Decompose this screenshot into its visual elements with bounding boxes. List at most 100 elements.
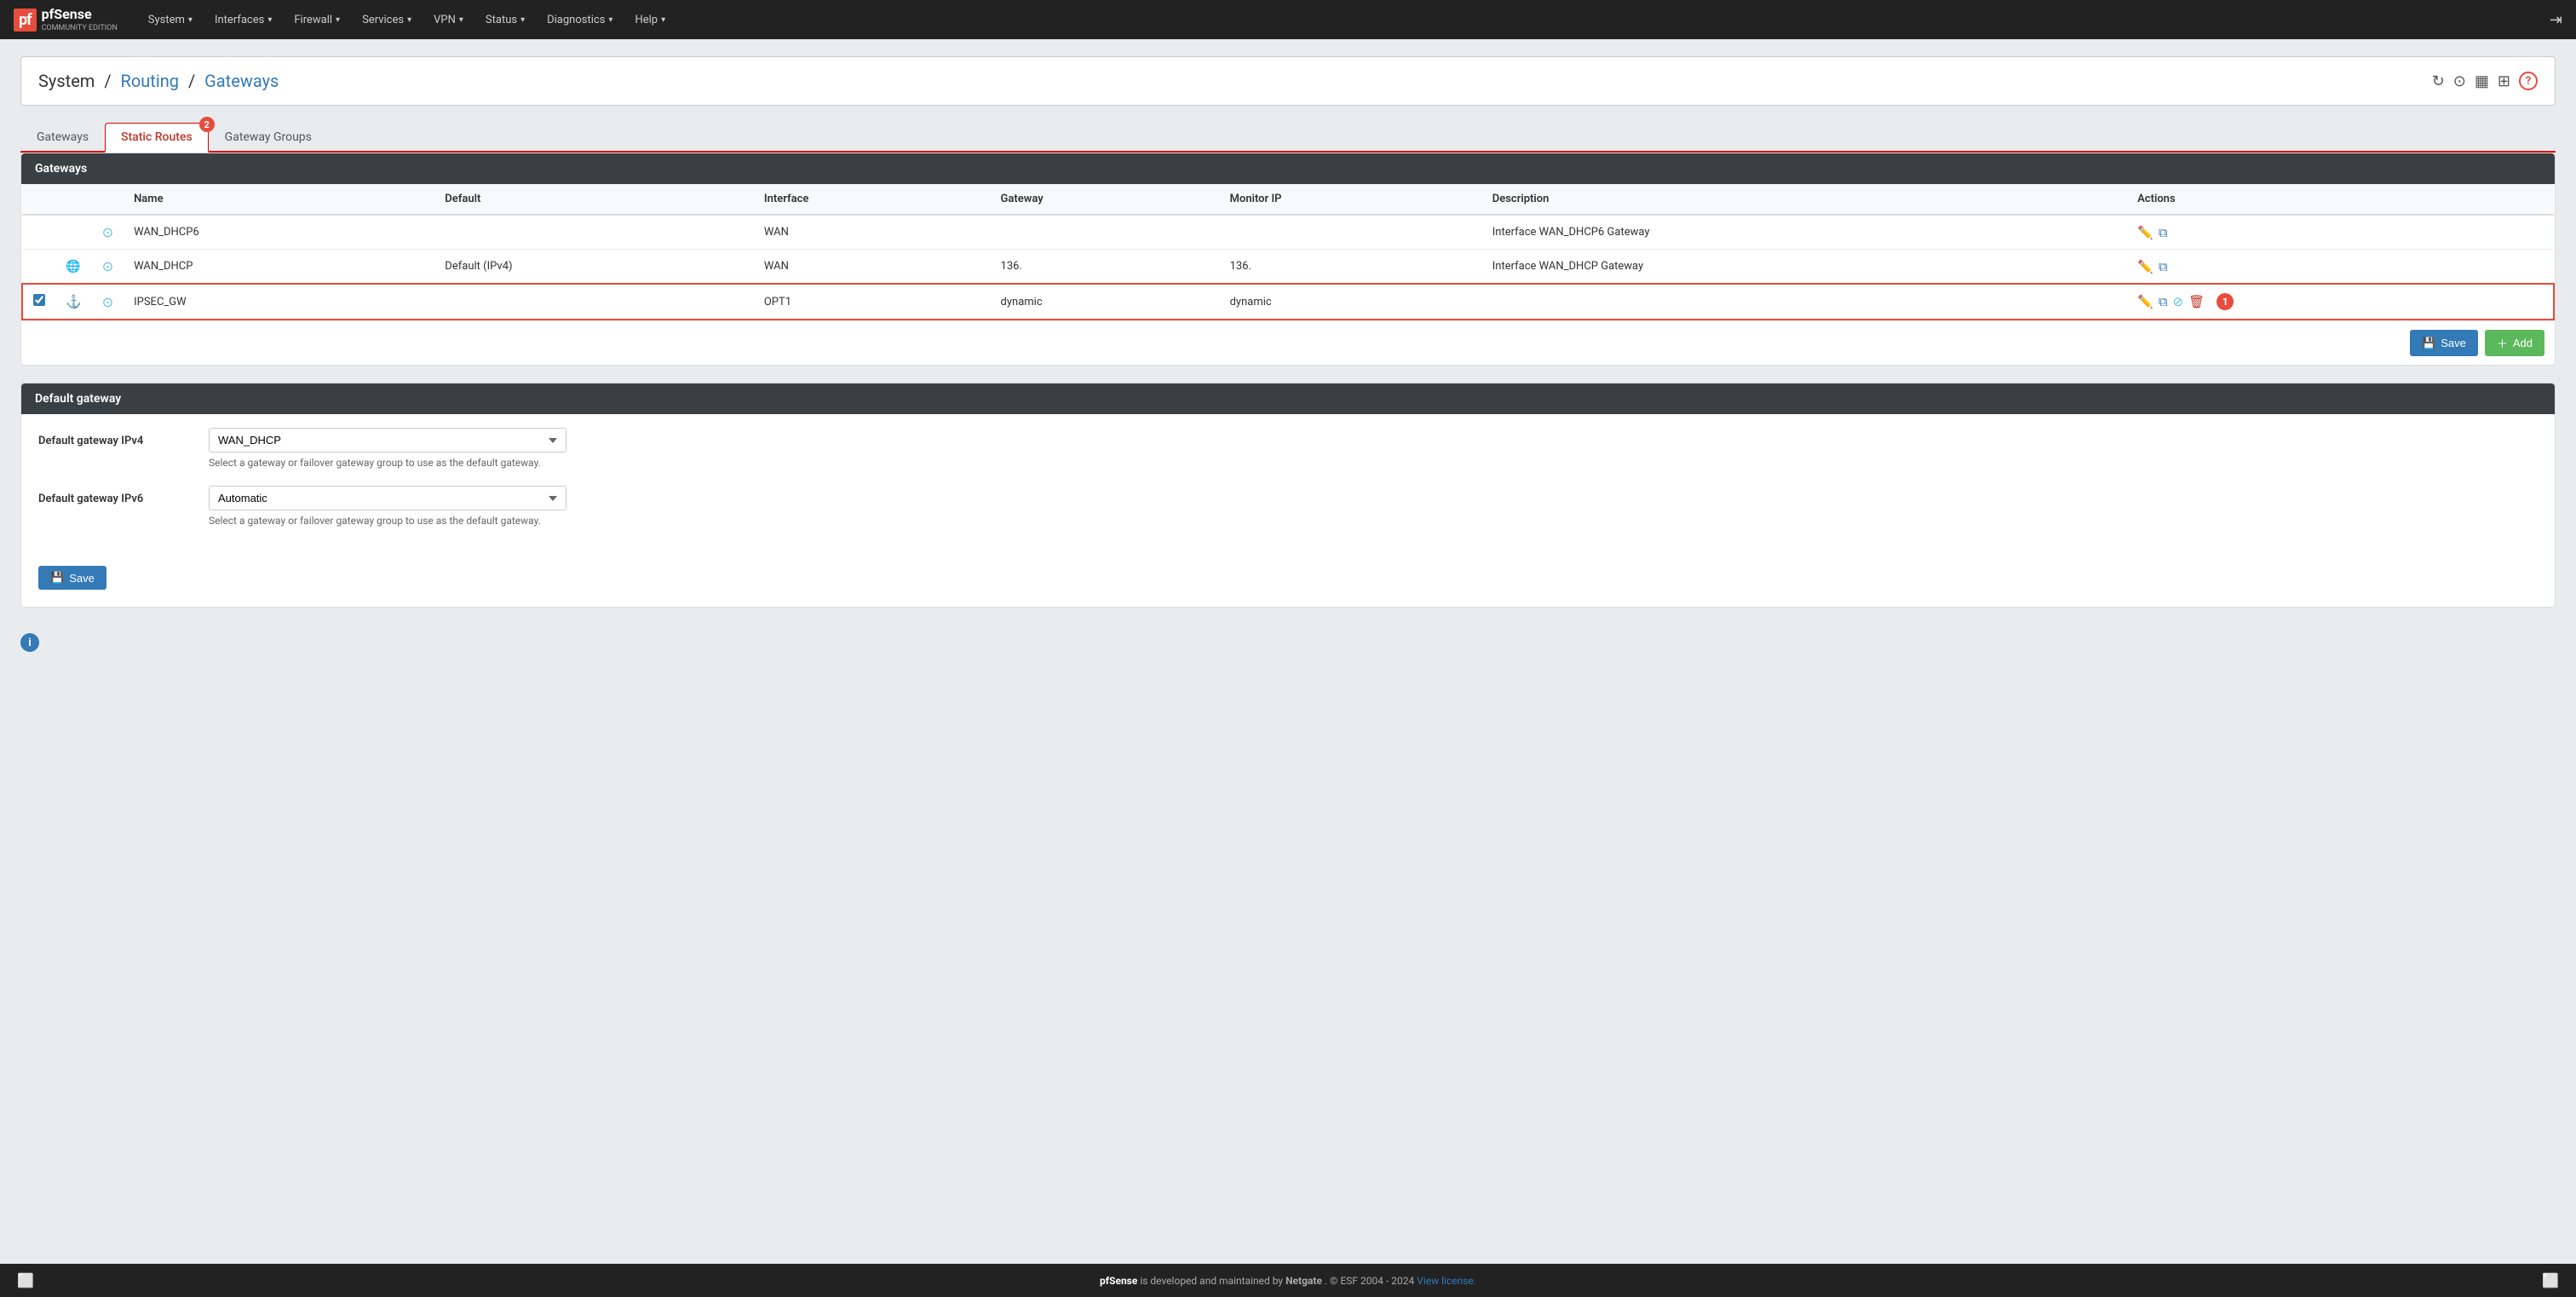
default-gateway-header: Default gateway (21, 383, 2555, 414)
ipv6-help: Select a gateway or failover gateway gro… (209, 515, 635, 527)
row3-checkbox[interactable] (33, 294, 45, 306)
row2-name: WAN_DHCP (124, 250, 434, 285)
table-icon[interactable]: ⊞ (2498, 72, 2510, 90)
row1-default (434, 215, 754, 250)
row2-gateway: 136. (991, 250, 1220, 285)
gateways-table-head: Name Default Interface Gateway Monitor I… (22, 184, 2554, 215)
brand-logo: pf (14, 9, 37, 32)
caret-icon: ▾ (267, 15, 272, 25)
nav-status[interactable]: Status ▾ (475, 9, 535, 32)
row3-gateway: dynamic (991, 284, 1220, 320)
row2-copy-icon[interactable]: ⧉ (2159, 259, 2168, 274)
row3-delete-icon[interactable]: 🗑 (2188, 294, 2205, 309)
caret-icon: ▾ (459, 15, 463, 25)
footer-right-icon[interactable]: ⬜ (2542, 1272, 2559, 1288)
caret-icon: ▾ (608, 15, 612, 25)
gateways-title: Gateways (35, 162, 87, 176)
refresh-icon[interactable]: ↻ (2432, 72, 2445, 90)
row2-description: Interface WAN_DHCP Gateway (1482, 250, 2127, 285)
row1-edit-icon[interactable]: ✏️ (2137, 225, 2153, 240)
tab-static-routes-label: Static Routes (121, 130, 193, 144)
save-table-button[interactable]: 💾 Save (2410, 330, 2478, 356)
main-nav: System ▾ Interfaces ▾ Firewall ▾ Service… (138, 9, 2550, 32)
bar-chart-icon[interactable]: ▦ (2475, 72, 2489, 90)
add-gateway-button[interactable]: ＋ Add (2485, 330, 2544, 356)
nav-firewall[interactable]: Firewall ▾ (284, 9, 350, 32)
row3-status-cell: ⊙ (92, 284, 124, 320)
info-icon[interactable]: i (20, 633, 39, 652)
row1-status-icon: ⊙ (102, 224, 113, 240)
row3-action-icons: ✏️ ⧉ ⊘ 🗑 1 (2137, 293, 2543, 310)
row1-interface: WAN (754, 215, 991, 250)
breadcrumb-routing[interactable]: Routing (121, 71, 179, 91)
save-label: Save (2441, 337, 2466, 349)
row3-copy-icon[interactable]: ⧉ (2159, 294, 2168, 309)
row1-monitor-ip (1220, 215, 1482, 250)
breadcrumb-sep2: / (188, 71, 199, 91)
nav-system[interactable]: System ▾ (138, 9, 203, 32)
ipv4-select[interactable]: WAN_DHCP WAN_DHCP6 IPSEC_GW None (209, 428, 566, 453)
row3-edit-icon[interactable]: ✏️ (2137, 294, 2153, 309)
brand-text: pfSense COMMUNITY EDITION (42, 6, 118, 32)
tab-gateway-groups[interactable]: Gateway Groups (209, 123, 328, 151)
nav-diagnostics[interactable]: Diagnostics ▾ (537, 9, 623, 32)
help-icon[interactable]: ? (2519, 72, 2538, 90)
nav-help[interactable]: Help ▾ (624, 9, 676, 32)
table-row: 🌐 ⊙ WAN_DHCP Default (IPv4) WAN 136. 136… (22, 250, 2554, 285)
row3-disable-icon[interactable]: ⊘ (2173, 294, 2184, 309)
breadcrumb-gateways[interactable]: Gateways (204, 71, 279, 91)
row3-monitor-ip: dynamic (1220, 284, 1482, 320)
row2-edit-icon[interactable]: ✏️ (2137, 259, 2153, 274)
row1-actions: ✏️ ⧉ (2127, 215, 2554, 250)
ipv6-control: Automatic WAN_DHCP6 None Select a gatewa… (209, 486, 2538, 527)
gateways-table: Name Default Interface Gateway Monitor I… (21, 184, 2555, 320)
navbar-right: ⇥ (2550, 11, 2562, 29)
col-default: Default (434, 184, 754, 215)
default-gateway-card: Default gateway Default gateway IPv4 WAN… (20, 383, 2556, 608)
save-form-button[interactable]: 💾 Save (38, 566, 106, 590)
table-row: ⚓ ⊙ IPSEC_GW OPT1 dynamic dynamic ✏️ ⧉ (22, 284, 2554, 320)
row3-description (1482, 284, 2127, 320)
footer-copyright: . © ESF 2004 - 2024 (1325, 1275, 1417, 1287)
row3-status-icon: ⊙ (102, 294, 113, 310)
page-header: System / Routing / Gateways ↻ ⊙ ▦ ⊞ ? (20, 56, 2556, 106)
footer-text: is developed and maintained by (1140, 1275, 1285, 1287)
nav-services[interactable]: Services ▾ (352, 9, 422, 32)
tab-gateways[interactable]: Gateways (20, 123, 105, 151)
save-form-icon: 💾 (50, 571, 64, 585)
tab-gateways-label: Gateways (37, 130, 89, 144)
logout-button[interactable]: ⇥ (2550, 11, 2562, 29)
caret-icon: ▾ (661, 15, 665, 25)
tab-static-routes[interactable]: Static Routes 2 (105, 123, 209, 153)
row3-actions: ✏️ ⧉ ⊘ 🗑 1 (2127, 284, 2554, 320)
nav-interfaces[interactable]: Interfaces ▾ (204, 9, 282, 32)
row1-copy-icon[interactable]: ⧉ (2159, 225, 2168, 240)
row2-checkbox-cell (22, 250, 55, 285)
footer-license-link[interactable]: View license. (1417, 1275, 1476, 1287)
plus-icon: ＋ (2497, 335, 2508, 351)
brand-edition: COMMUNITY EDITION (42, 24, 118, 32)
circle-icon[interactable]: ⊙ (2453, 72, 2466, 90)
caret-icon: ▾ (336, 15, 340, 25)
ipv4-row: Default gateway IPv4 WAN_DHCP WAN_DHCP6 … (38, 428, 2538, 469)
navbar: pf pfSense COMMUNITY EDITION System ▾ In… (0, 0, 2576, 39)
row2-actions: ✏️ ⧉ (2127, 250, 2554, 285)
row1-checkbox-cell (22, 215, 55, 250)
row1-name: WAN_DHCP6 (124, 215, 434, 250)
row2-default: Default (IPv4) (434, 250, 754, 285)
tabs: Gateways Static Routes 2 Gateway Groups (20, 123, 2556, 153)
row1-description: Interface WAN_DHCP6 Gateway (1482, 215, 2127, 250)
footer-left-icon[interactable]: ⬜ (17, 1272, 34, 1288)
ipv6-select[interactable]: Automatic WAN_DHCP6 None (209, 486, 566, 510)
gateways-table-body: ⊙ WAN_DHCP6 WAN Interface WAN_DHCP6 Gate… (22, 215, 2554, 320)
ipv6-label: Default gateway IPv6 (38, 486, 209, 505)
tab-static-routes-badge: 2 (199, 117, 215, 132)
save-form-label: Save (69, 572, 95, 585)
form-save-row: 💾 Save (21, 557, 2555, 607)
default-gateway-title: Default gateway (35, 392, 121, 406)
nav-vpn[interactable]: VPN ▾ (423, 9, 474, 32)
gateways-card-header: Gateways (21, 153, 2555, 184)
table-header-row: Name Default Interface Gateway Monitor I… (22, 184, 2554, 215)
content-wrap: System / Routing / Gateways ↻ ⊙ ▦ ⊞ ? Ga… (0, 39, 2576, 1264)
gateways-card-body: Name Default Interface Gateway Monitor I… (21, 184, 2555, 365)
